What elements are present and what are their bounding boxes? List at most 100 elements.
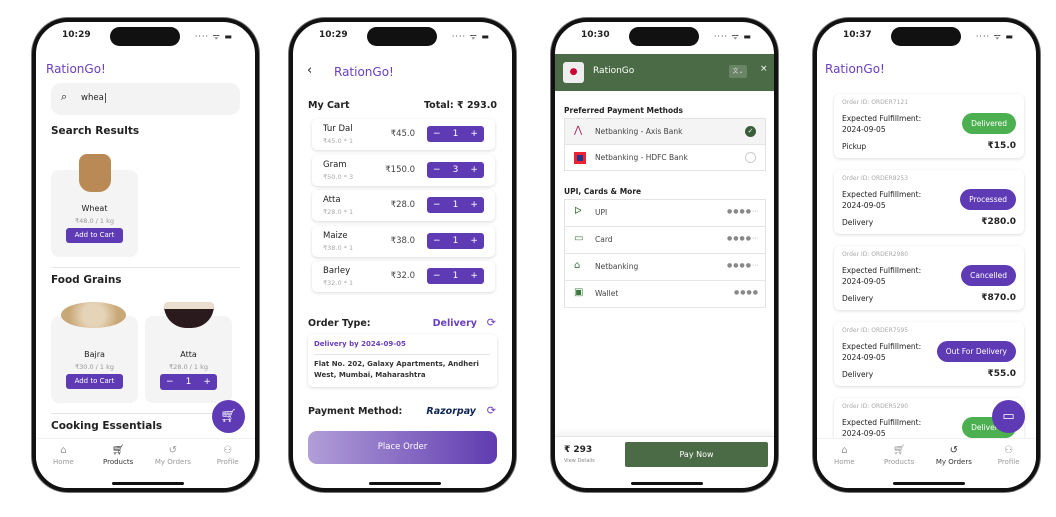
method-label: Netbanking: [595, 262, 639, 271]
quantity: 1: [452, 271, 459, 281]
app-title: RationGo!: [46, 62, 106, 76]
nav-profile[interactable]: ⚇ Profile: [200, 445, 255, 466]
search-results-title: Search Results: [51, 125, 140, 137]
quantity: 1: [452, 200, 459, 210]
card-network-logos: ●●●●⋯: [727, 235, 759, 242]
expected-fulfillment: Expected Fulfillment: 2024-09-05: [842, 113, 952, 135]
close-button[interactable]: ×: [760, 64, 768, 74]
place-order-button[interactable]: Place Order: [308, 431, 497, 464]
minus-button[interactable]: −: [166, 377, 174, 387]
nav-label: Products: [884, 458, 915, 466]
quantity-stepper[interactable]: − 1 +: [160, 374, 217, 390]
preferred-axis-bank[interactable]: ⋀ Netbanking - Axis Bank ✓: [565, 119, 765, 145]
item-total: ₹38.0: [390, 235, 415, 246]
product-card-atta: Atta ₹28.0 / 1 kg − 1 +: [145, 302, 232, 403]
order-card[interactable]: Order ID: ORDER2980 Expected Fulfillment…: [834, 246, 1024, 310]
order-card[interactable]: Order ID: ORDER7595 Expected Fulfillment…: [834, 322, 1024, 386]
method-wallet[interactable]: ▣ Wallet ●●●●: [565, 281, 765, 308]
dynamic-island: [367, 27, 437, 46]
nav-products[interactable]: 🛒︎ Products: [872, 445, 927, 466]
view-details-link[interactable]: View Details: [564, 458, 595, 464]
minus-button[interactable]: −: [433, 165, 441, 175]
product-price: ₹48.0 / 1 kg: [74, 217, 115, 225]
cart-icon: 🛒︎: [111, 445, 125, 456]
status-badge: Processed: [960, 189, 1016, 210]
status-time: 10:29: [62, 30, 91, 40]
nav-label: Home: [834, 458, 855, 466]
expected-date: 2024-09-05: [842, 353, 886, 362]
nav-home[interactable]: ⌂ Home: [817, 445, 872, 466]
atta-image: [164, 302, 214, 328]
minus-button[interactable]: −: [433, 200, 441, 210]
phone-products-screen: 10:29 ···· ᯤ ▬ RationGo! ⌕ whea Search R…: [32, 18, 259, 492]
plus-button[interactable]: +: [203, 377, 211, 387]
checkout-amount: ₹ 293: [564, 445, 593, 455]
cart-item: Gram ₹50.0 * 3 ₹150.0 − 3 +: [312, 154, 495, 186]
expected-label: Expected Fulfillment:: [842, 266, 922, 275]
order-card[interactable]: Order ID: ORDER8253 Expected Fulfillment…: [834, 170, 1024, 234]
method-netbanking[interactable]: ⌂ Netbanking ●●●●⋯: [565, 254, 765, 281]
phone-cart-screen: 10:29 ···· ᯤ ▬ ‹ RationGo! My Cart Total…: [289, 18, 516, 492]
plus-button[interactable]: +: [470, 271, 478, 281]
bank-icon: ⌂: [574, 260, 581, 271]
home-icon: ⌂: [841, 445, 848, 456]
order-id: Order ID: ORDER2980: [842, 251, 909, 258]
status-badge: Cancelled: [961, 265, 1016, 286]
nav-my-orders[interactable]: ↺ My Orders: [146, 445, 201, 466]
item-unit-price: ₹45.0 * 1: [323, 137, 354, 145]
home-indicator: [369, 482, 441, 485]
quantity-stepper[interactable]: − 3 +: [427, 161, 484, 178]
item-unit-price: ₹38.0 * 1: [323, 243, 354, 252]
add-to-cart-button[interactable]: Add to Cart: [66, 374, 123, 389]
minus-button[interactable]: −: [433, 129, 441, 139]
item-unit-price: ₹50.0 * 3: [323, 172, 354, 181]
nav-products[interactable]: 🛒︎ Products: [91, 445, 146, 466]
status-badge: Out For Delivery: [936, 341, 1016, 362]
chat-fab[interactable]: ▭: [992, 400, 1025, 433]
bank-logos: ●●●●⋯: [727, 262, 759, 269]
cart-fab[interactable]: 🛒︎: [212, 400, 245, 433]
quantity-stepper[interactable]: − 1 +: [427, 232, 484, 249]
minus-button[interactable]: −: [433, 236, 441, 246]
cooking-essentials-title: Cooking Essentials: [51, 420, 163, 432]
change-order-type-icon[interactable]: ⟳: [487, 316, 496, 329]
cart-item: Atta ₹28.0 * 1 ₹28.0 − 1 +: [312, 190, 495, 221]
item-name: Atta: [323, 195, 341, 205]
status-icons: ···· ᯤ ▬: [975, 32, 1014, 41]
add-to-cart-button[interactable]: Add to Cart: [66, 228, 123, 243]
preferred-methods-title: Preferred Payment Methods: [564, 106, 684, 115]
cart-item: Maize ₹38.0 * 1 ₹38.0 − 1 +: [312, 225, 495, 257]
change-payment-icon[interactable]: ⟳: [487, 404, 496, 417]
order-type: Pickup: [842, 142, 867, 151]
back-button[interactable]: ‹: [307, 63, 312, 78]
item-name: Barley: [323, 266, 351, 276]
wallet-icon: ▣: [574, 287, 584, 298]
preferred-hdfc-bank[interactable]: Netbanking - HDFC Bank: [565, 145, 765, 171]
expected-date: 2024-09-05: [842, 201, 886, 210]
quantity-stepper[interactable]: − 1 +: [427, 126, 484, 142]
nav-my-orders[interactable]: ↺ My Orders: [927, 445, 982, 466]
plus-button[interactable]: +: [470, 129, 478, 139]
status-icons: ···· ᯤ ▬: [713, 32, 752, 41]
status-time: 10:37: [843, 30, 872, 40]
nav-home[interactable]: ⌂ Home: [36, 445, 91, 466]
quantity-stepper[interactable]: − 1 +: [427, 268, 484, 284]
pay-now-button[interactable]: Pay Now: [625, 442, 768, 467]
nav-profile[interactable]: ⚇ Profile: [981, 445, 1036, 466]
plus-button[interactable]: +: [470, 236, 478, 246]
minus-button[interactable]: −: [433, 271, 441, 281]
method-upi[interactable]: ᐅ UPI ●●●●⋯: [565, 200, 765, 227]
plus-button[interactable]: +: [470, 165, 478, 175]
delivery-card: Delivery by 2024-09-05 Flat No. 202, Gal…: [308, 334, 497, 387]
expected-label: Expected Fulfillment:: [842, 342, 922, 351]
quantity-stepper[interactable]: − 1 +: [427, 197, 484, 213]
method-card[interactable]: ▭ Card ●●●●⋯: [565, 227, 765, 254]
order-type-value[interactable]: Delivery: [433, 318, 477, 329]
expected-date: 2024-09-05: [842, 125, 886, 134]
language-button[interactable]: 文⌄: [729, 65, 747, 78]
order-price: ₹15.0: [987, 141, 1016, 151]
search-input[interactable]: ⌕ whea: [51, 83, 240, 115]
plus-button[interactable]: +: [470, 200, 478, 210]
order-card[interactable]: Order ID: ORDER7121 Expected Fulfillment…: [834, 94, 1024, 158]
product-name: Atta: [180, 350, 197, 359]
